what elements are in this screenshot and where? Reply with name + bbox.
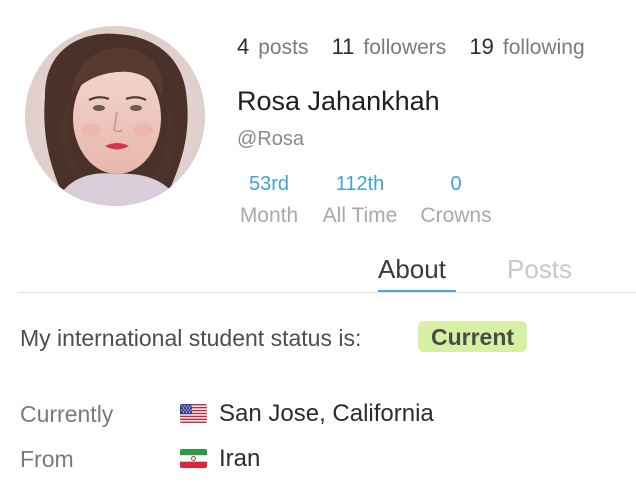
profile-stats: 4 posts 11 followers 19 following <box>237 34 585 61</box>
rank-all-time: 112th All Time <box>320 172 400 228</box>
crowns-value: 0 <box>450 173 462 195</box>
student-status-text: My international student status is: <box>20 325 362 351</box>
avatar[interactable] <box>25 26 205 206</box>
currently-location: San Jose, California <box>219 400 434 427</box>
tabs-divider <box>18 292 636 293</box>
stat-posts[interactable]: 4 posts <box>237 34 308 61</box>
rank-all-time-label: All Time <box>322 204 398 227</box>
display-name: Rosa Jahankhah <box>237 86 440 116</box>
stat-following[interactable]: 19 following <box>469 34 584 61</box>
rank-month-value: 53rd <box>248 173 290 195</box>
from-label: From <box>20 446 74 472</box>
followers-label: followers <box>363 36 447 59</box>
tab-about[interactable]: About <box>378 253 446 285</box>
rank-month: 53rd Month <box>237 172 301 228</box>
us-flag-icon <box>180 404 207 423</box>
from-location: Iran <box>219 445 261 472</box>
profile-photo <box>25 26 205 206</box>
rank-all-time-value: 112th <box>335 173 385 195</box>
rank-crowns: 0 Crowns <box>418 172 494 228</box>
username: @Rosa <box>237 128 304 150</box>
posts-label: posts <box>258 36 309 59</box>
crowns-label: Crowns <box>420 204 492 227</box>
following-count: 19 <box>469 34 494 59</box>
tab-posts[interactable]: Posts <box>507 253 572 285</box>
stat-followers[interactable]: 11 followers <box>332 34 447 61</box>
student-status-badge: Current <box>418 321 528 352</box>
iran-flag-icon <box>180 449 207 468</box>
rank-month-label: Month <box>239 204 299 227</box>
followers-count: 11 <box>331 34 355 59</box>
posts-count: 4 <box>237 34 250 59</box>
currently-label: Currently <box>20 401 114 427</box>
following-label: following <box>502 36 585 59</box>
